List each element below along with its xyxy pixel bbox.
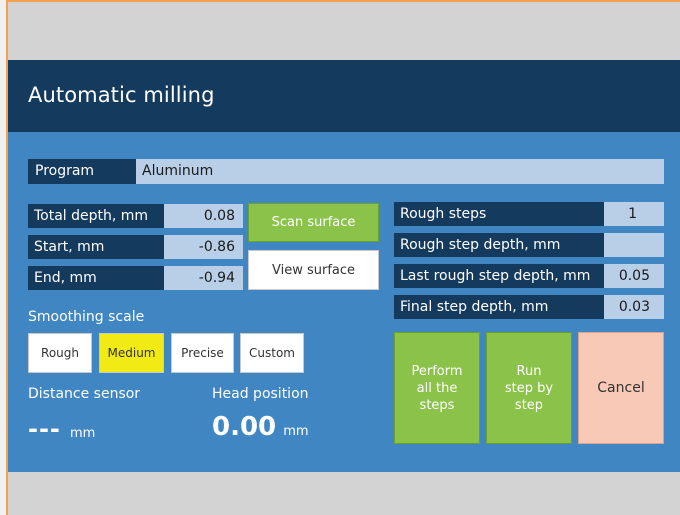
total-depth-label: Total depth, mm xyxy=(28,204,164,228)
total-depth-field[interactable]: 0.08 xyxy=(164,204,243,228)
perform-all-steps-button[interactable]: Perform all the steps xyxy=(394,332,480,444)
start-field[interactable]: -0.86 xyxy=(164,235,243,259)
smoothing-scale-label: Smoothing scale xyxy=(28,309,145,325)
distance-sensor-label: Distance sensor xyxy=(28,386,141,402)
distance-sensor-value: --- xyxy=(28,415,61,443)
main-panel: Program Aluminum Total depth, mm 0.08 St… xyxy=(8,132,680,472)
title-bar: Automatic milling xyxy=(8,60,680,132)
smoothing-option-precise[interactable]: Precise xyxy=(171,333,234,373)
end-field[interactable]: -0.94 xyxy=(164,266,243,290)
distance-sensor-readout: --- mm xyxy=(28,415,95,443)
smoothing-option-custom[interactable]: Custom xyxy=(240,333,304,373)
rough-steps-field[interactable]: 1 xyxy=(604,202,664,226)
distance-sensor-unit: mm xyxy=(69,426,96,441)
smoothing-option-medium[interactable]: Medium xyxy=(99,333,164,373)
scan-surface-button[interactable]: Scan surface xyxy=(248,203,379,242)
rough-step-depth-label: Rough step depth, mm xyxy=(394,233,604,257)
head-position-unit: mm xyxy=(283,424,309,439)
head-position-value: 0.00 xyxy=(212,412,277,442)
head-position-label: Head position xyxy=(212,386,309,402)
end-label: End, mm xyxy=(28,266,164,290)
program-label: Program xyxy=(28,159,136,184)
last-rough-step-depth-label: Last rough step depth, mm xyxy=(394,264,604,288)
rough-step-depth-field[interactable] xyxy=(604,233,664,257)
last-rough-step-depth-field[interactable]: 0.05 xyxy=(604,264,664,288)
final-step-depth-field[interactable]: 0.03 xyxy=(604,295,664,319)
head-position-readout: 0.00 mm xyxy=(212,412,309,442)
program-field[interactable]: Aluminum xyxy=(136,159,664,184)
cancel-button[interactable]: Cancel xyxy=(578,332,664,444)
final-step-depth-label: Final step depth, mm xyxy=(394,295,604,319)
smoothing-option-rough[interactable]: Rough xyxy=(28,333,92,373)
rough-steps-label: Rough steps xyxy=(394,202,604,226)
view-surface-button[interactable]: View surface xyxy=(248,250,379,290)
window-title: Automatic milling xyxy=(28,83,215,107)
start-label: Start, mm xyxy=(28,235,164,259)
run-step-by-step-button[interactable]: Run step by step xyxy=(486,332,572,444)
